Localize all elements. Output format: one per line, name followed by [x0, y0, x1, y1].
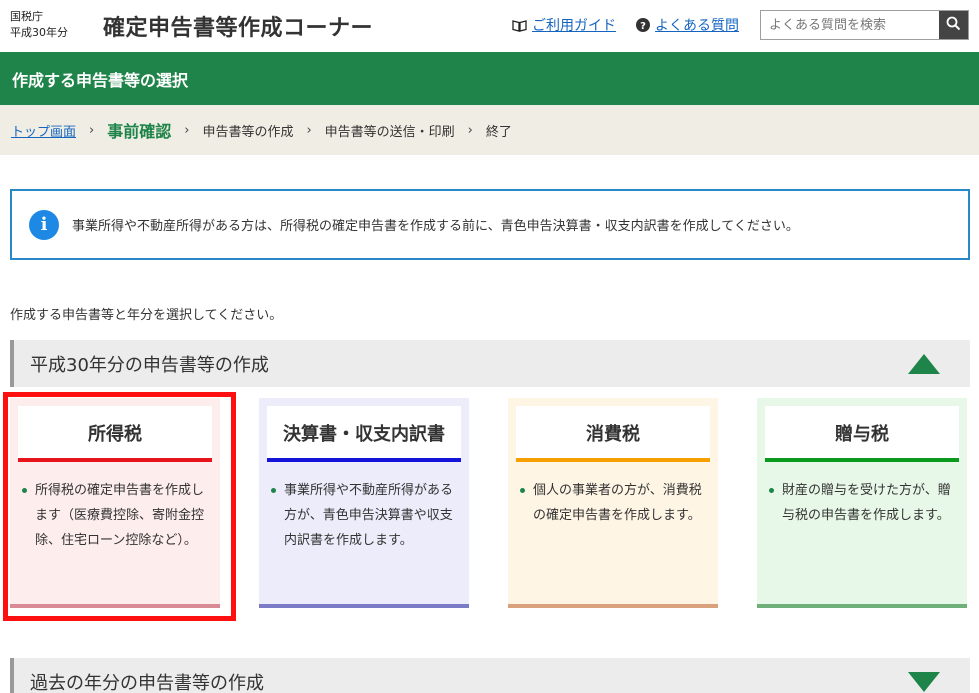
triangle-down-icon[interactable] — [907, 671, 941, 693]
card-description: 事業所得や不動産所得がある方が、青色申告決算書や収支内訳書を作成します。 — [269, 478, 459, 553]
card-stripe — [516, 458, 710, 462]
svg-text:?: ? — [640, 21, 646, 32]
agency-name: 国税庁 — [10, 10, 43, 23]
breadcrumb-step: 申告書等の作成 — [202, 124, 294, 140]
card-bottom-border — [508, 604, 718, 608]
faq-link-label[interactable]: よくある質問 — [655, 15, 739, 35]
page-title-bar: 作成する申告書等の選択 — [0, 52, 979, 105]
faq-search-input[interactable] — [761, 11, 939, 39]
breadcrumb-top[interactable]: トップ画面 — [11, 121, 76, 140]
card-description: 個人の事業者の方が、消費税の確定申告書を作成します。 — [518, 478, 708, 528]
book-icon — [512, 19, 527, 32]
agency-label: 国税庁 平成30年分 — [10, 9, 68, 41]
section-current-year[interactable]: 平成30年分の申告書等の作成 — [10, 340, 970, 387]
guide-link-label[interactable]: ご利用ガイド — [532, 15, 616, 35]
card-consumption-tax[interactable]: 消費税 個人の事業者の方が、消費税の確定申告書を作成します。 — [508, 398, 718, 608]
bullet — [769, 488, 774, 493]
breadcrumb-separator: › — [184, 122, 190, 138]
breadcrumb-separator: › — [89, 122, 95, 138]
bullet — [271, 488, 276, 493]
instruction-text: 作成する申告書等と年分を選択してください。 — [10, 308, 283, 323]
breadcrumb-separator: › — [306, 122, 312, 138]
card-income-tax[interactable]: 所得税 所得税の確定申告書を作成します（医療費控除、寄附金控除、住宅ローン控除な… — [10, 398, 220, 608]
guide-link[interactable]: ご利用ガイド — [512, 15, 616, 35]
card-description: 財産の贈与を受けた方が、贈与税の申告書を作成します。 — [767, 478, 957, 528]
site-header: 国税庁 平成30年分 確定申告書等作成コーナー ご利用ガイド ? よくある質問 — [0, 0, 979, 52]
card-title: 決算書・収支内訳書 — [267, 406, 461, 460]
info-notice: i 事業所得や不動産所得がある方は、所得税の確定申告書を作成する前に、青色申告決… — [10, 189, 970, 260]
site-title[interactable]: 確定申告書等作成コーナー — [103, 10, 373, 42]
breadcrumb: トップ画面 › 事前確認 › 申告書等の作成 › 申告書等の送信・印刷 › 終了 — [0, 105, 979, 155]
breadcrumb-separator: › — [467, 122, 473, 138]
tax-year: 平成30年分 — [10, 26, 68, 39]
card-bottom-border — [259, 604, 469, 608]
page-title: 作成する申告書等の選択 — [12, 71, 189, 90]
breadcrumb-step: 申告書等の送信・印刷 — [324, 124, 455, 140]
card-settlement[interactable]: 決算書・収支内訳書 事業所得や不動産所得がある方が、青色申告決算書や収支内訳書を… — [259, 398, 469, 608]
magnifier-icon — [946, 16, 961, 34]
card-bottom-border — [757, 604, 967, 608]
card-description-text: 所得税の確定申告書を作成します（医療費控除、寄附金控除、住宅ローン控除など）。 — [35, 483, 205, 548]
triangle-up-icon[interactable] — [907, 353, 941, 379]
section-current-year-label: 平成30年分の申告書等の作成 — [30, 354, 269, 376]
section-past-years-label: 過去の年分の申告書等の作成 — [30, 672, 264, 693]
section-past-years[interactable]: 過去の年分の申告書等の作成 — [10, 658, 970, 693]
card-description-text: 個人の事業者の方が、消費税の確定申告書を作成します。 — [533, 483, 702, 523]
card-title: 贈与税 — [765, 406, 959, 460]
question-circle-icon: ? — [636, 18, 650, 32]
faq-link[interactable]: ? よくある質問 — [636, 15, 739, 35]
info-text: 事業所得や不動産所得がある方は、所得税の確定申告書を作成する前に、青色申告決算書… — [72, 219, 799, 234]
bullet — [22, 488, 27, 493]
card-title: 消費税 — [516, 406, 710, 460]
card-stripe — [267, 458, 461, 462]
breadcrumb-current: 事前確認 — [107, 122, 172, 141]
card-stripe — [18, 458, 212, 462]
card-description-text: 財産の贈与を受けた方が、贈与税の申告書を作成します。 — [782, 483, 951, 523]
card-gift-tax[interactable]: 贈与税 財産の贈与を受けた方が、贈与税の申告書を作成します。 — [757, 398, 967, 608]
card-stripe — [765, 458, 959, 462]
card-bottom-border — [10, 604, 220, 608]
faq-search — [760, 10, 969, 40]
search-button[interactable] — [939, 11, 968, 39]
card-title: 所得税 — [18, 406, 212, 460]
info-circle-icon: i — [29, 209, 59, 240]
breadcrumb-step: 終了 — [485, 124, 512, 140]
card-description-text: 事業所得や不動産所得がある方が、青色申告決算書や収支内訳書を作成します。 — [284, 483, 454, 548]
bullet — [520, 488, 525, 493]
card-description: 所得税の確定申告書を作成します（医療費控除、寄附金控除、住宅ローン控除など）。 — [20, 478, 210, 553]
